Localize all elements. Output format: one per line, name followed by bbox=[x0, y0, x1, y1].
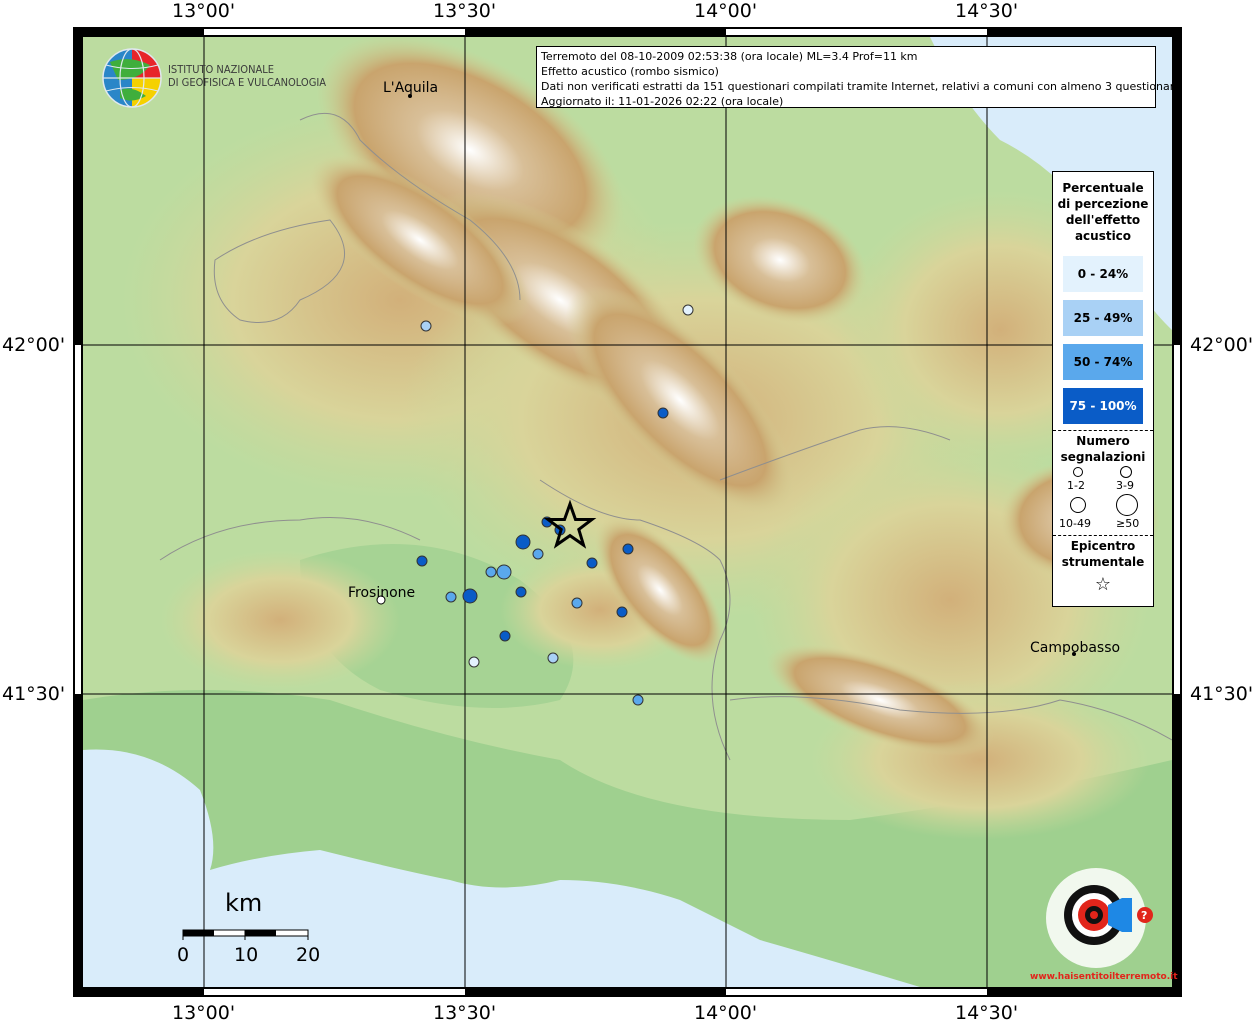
legend-count-title: Numero segnalazioni bbox=[1060, 434, 1146, 464]
scale-label-10: 10 bbox=[234, 944, 259, 966]
count-circle-icon bbox=[1120, 466, 1132, 478]
legend-title: Percentuale di percezione dell'effetto a… bbox=[1057, 181, 1149, 243]
ingv-globe-icon bbox=[102, 48, 162, 108]
event-info-box: Terremoto del 08-10-2009 02:53:38 (ora l… bbox=[536, 46, 1181, 108]
top-tick-14-30: 14°30' bbox=[955, 0, 1019, 22]
report-point bbox=[499, 630, 511, 642]
scale-label-20: 20 bbox=[296, 944, 321, 966]
right-tick-42-00: 42°00' bbox=[1190, 334, 1254, 356]
report-point bbox=[622, 543, 634, 555]
legend-epicentre-title: Epicentro strumentale bbox=[1061, 539, 1145, 569]
report-point bbox=[485, 566, 497, 578]
report-point bbox=[416, 555, 428, 567]
legend-count-symbols: 1-2 3-9 10-49 ≥50 bbox=[1053, 465, 1153, 535]
haisentito-badge-text: www.haisentitoilterremoto.it bbox=[1030, 972, 1178, 982]
bottom-tick-14-30: 14°30' bbox=[955, 1002, 1019, 1024]
report-point bbox=[586, 557, 598, 569]
top-tick-14-00: 14°00' bbox=[694, 0, 758, 22]
legend-count-label: 1-2 bbox=[1067, 479, 1085, 492]
event-info-line: Dati non verificati estratti da 151 ques… bbox=[541, 80, 1181, 93]
report-point bbox=[532, 548, 544, 560]
legend-count-label: ≥50 bbox=[1116, 517, 1140, 530]
left-tick-41-30: 41°30' bbox=[2, 683, 66, 705]
scale-label-0: 0 bbox=[177, 944, 190, 966]
svg-text:?: ? bbox=[1141, 909, 1147, 922]
report-point bbox=[571, 597, 583, 609]
report-point bbox=[468, 656, 480, 668]
legend-class-0: 0 - 24% bbox=[1063, 256, 1143, 292]
city-label-laquila: L'Aquila bbox=[383, 80, 439, 96]
legend-panel: Percentuale di percezione dell'effetto a… bbox=[1052, 171, 1154, 607]
event-info-line: Aggiornato il: 11-01-2026 02:22 (ora loc… bbox=[541, 95, 784, 108]
legend-count-label: 3-9 bbox=[1116, 479, 1134, 492]
report-point bbox=[462, 588, 478, 604]
report-point bbox=[657, 407, 669, 419]
count-circle-icon bbox=[1116, 494, 1138, 516]
report-point bbox=[616, 606, 628, 618]
legend-class-2: 50 - 74% bbox=[1063, 344, 1143, 380]
report-point bbox=[496, 564, 512, 580]
report-point bbox=[445, 591, 457, 603]
city-label-campobasso: Campobasso bbox=[1030, 640, 1121, 656]
top-tick-13-00: 13°00' bbox=[172, 0, 236, 22]
scale-unit: km bbox=[225, 889, 263, 917]
count-circle-icon bbox=[1070, 497, 1086, 513]
right-tick-41-30: 41°30' bbox=[1190, 683, 1254, 705]
report-point bbox=[632, 694, 644, 706]
left-tick-42-00: 42°00' bbox=[2, 334, 66, 356]
legend-class-3: 75 - 100% bbox=[1063, 388, 1143, 424]
legend-class-1: 25 - 49% bbox=[1063, 300, 1143, 336]
report-point bbox=[547, 652, 559, 664]
report-point bbox=[515, 534, 531, 550]
city-label-frosinone: Frosinone bbox=[348, 585, 416, 601]
event-info-line: Effetto acustico (rombo sismico) bbox=[541, 65, 719, 78]
top-tick-13-30: 13°30' bbox=[433, 0, 497, 22]
bottom-tick-13-30: 13°30' bbox=[433, 1002, 497, 1024]
report-point bbox=[515, 586, 527, 598]
bottom-tick-13-00: 13°00' bbox=[172, 1002, 236, 1024]
legend-count-label: 10-49 bbox=[1059, 517, 1091, 530]
ingv-logo-text: ISTITUTO NAZIONALE DI GEOFISICA E VULCAN… bbox=[168, 63, 327, 89]
report-point bbox=[682, 304, 694, 316]
legend-star-icon: ☆ bbox=[1094, 574, 1112, 595]
bottom-tick-14-00: 14°00' bbox=[694, 1002, 758, 1024]
count-circle-icon bbox=[1073, 467, 1083, 477]
event-info-line: Terremoto del 08-10-2009 02:53:38 (ora l… bbox=[541, 50, 918, 63]
report-point bbox=[420, 320, 432, 332]
